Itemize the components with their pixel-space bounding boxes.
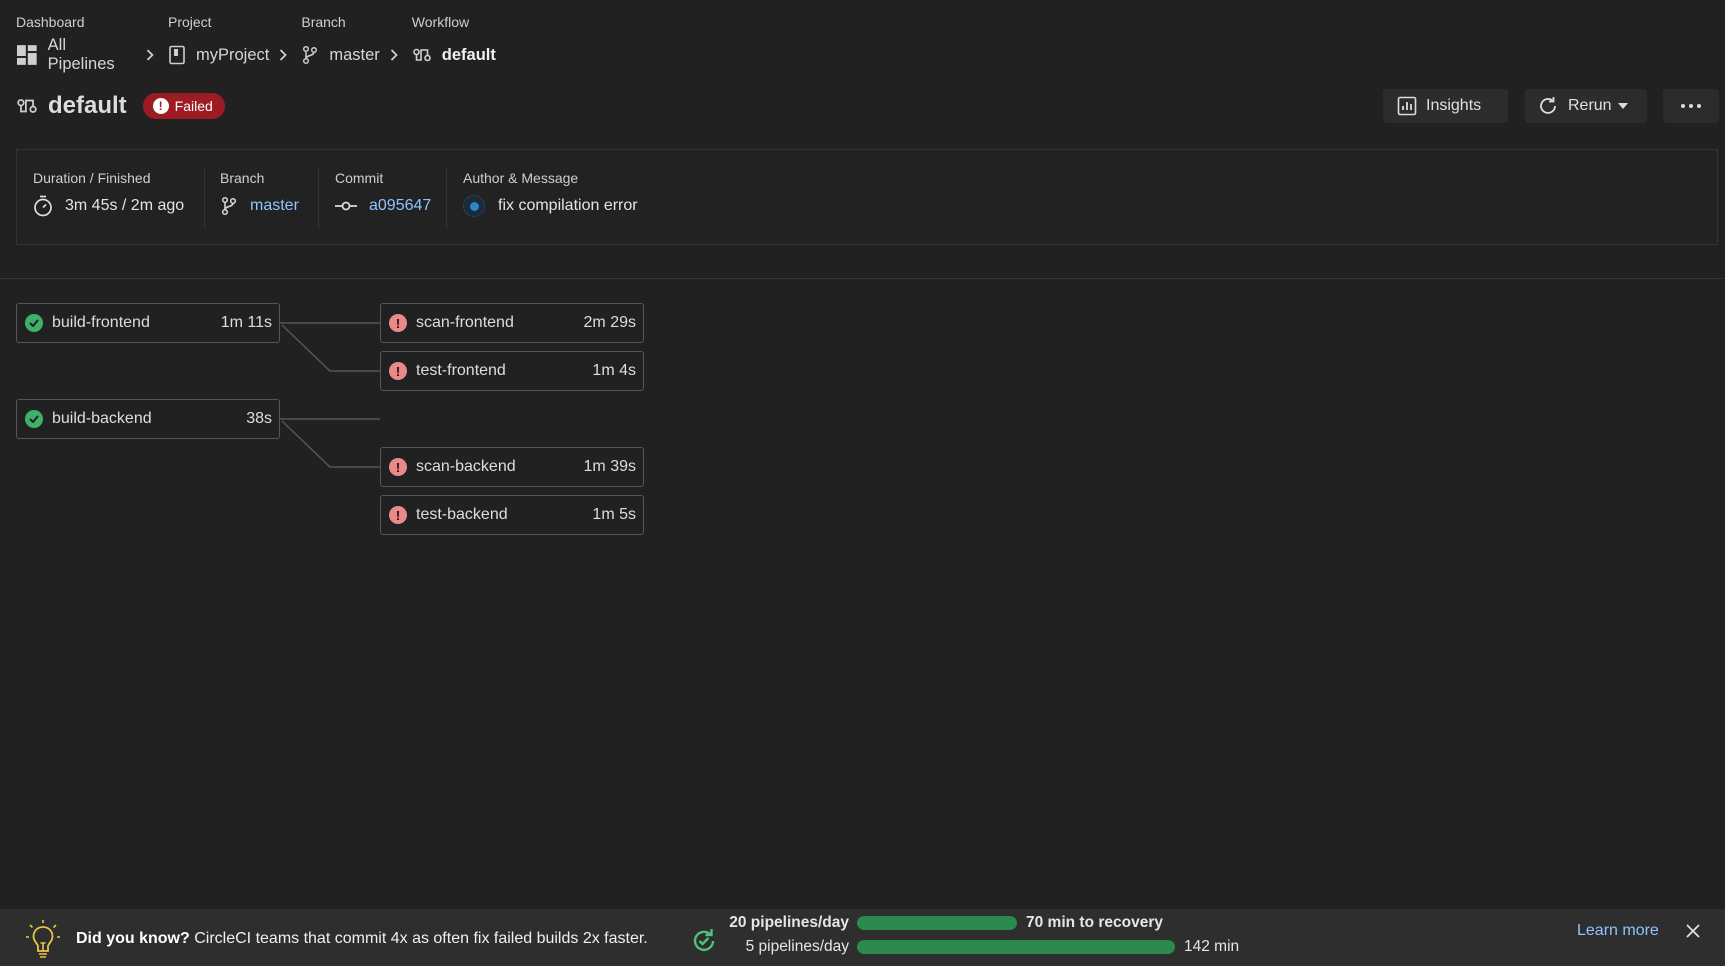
success-check-icon: [25, 314, 43, 332]
failed-alert-icon: !: [389, 314, 407, 332]
lightbulb-icon: [26, 920, 60, 958]
tip-banner: Did you know? CircleCI teams that commit…: [0, 909, 1725, 966]
stat-right: 142 min: [1184, 938, 1240, 955]
stat-left: 5 pipelines/day: [745, 938, 849, 955]
job-scan-frontend[interactable]: ! scan-frontend 2m 29s: [380, 303, 644, 343]
job-duration: 38s: [246, 410, 272, 427]
failed-alert-icon: !: [389, 506, 407, 524]
caret-down-icon: [1617, 103, 1628, 109]
job-duration: 1m 39s: [583, 458, 636, 475]
failed-alert-icon: !: [389, 458, 407, 476]
stat-left: 20 pipelines/day: [729, 914, 849, 931]
job-scan-backend[interactable]: ! scan-backend 1m 39s: [380, 447, 644, 487]
job-build-backend[interactable]: build-backend 38s: [16, 399, 280, 439]
job-duration: 2m 29s: [583, 314, 636, 331]
job-name: scan-frontend: [416, 314, 514, 331]
job-name: build-frontend: [52, 314, 150, 331]
job-duration: 1m 11s: [220, 314, 272, 331]
job-build-frontend[interactable]: build-frontend 1m 11s: [16, 303, 280, 343]
job-name: build-backend: [52, 410, 152, 427]
job-test-backend[interactable]: ! test-backend 1m 5s: [380, 495, 644, 535]
stat-row-fast: 20 pipelines/day 70 min to recovery: [688, 914, 1163, 932]
job-test-frontend[interactable]: ! test-frontend 1m 4s: [380, 351, 644, 391]
job-duration: 1m 4s: [592, 362, 636, 379]
refresh-icon: [1540, 97, 1556, 114]
rerun-button[interactable]: Rerun: [1525, 89, 1647, 123]
close-icon[interactable]: [1686, 924, 1700, 938]
job-duration: 1m 5s: [592, 506, 636, 523]
more-options-button[interactable]: [1663, 89, 1719, 123]
rerun-label: Rerun: [1568, 97, 1612, 114]
success-check-icon: [25, 410, 43, 428]
tip-body: CircleCI teams that commit 4x as often f…: [194, 930, 648, 947]
insights-chart-icon: [1397, 96, 1417, 116]
job-name: test-backend: [416, 506, 508, 523]
workflow-connectors: [280, 322, 380, 468]
stat-right: 70 min to recovery: [1026, 914, 1163, 931]
more-horizontal-icon: [1681, 104, 1701, 108]
recovery-bar: [857, 940, 1175, 954]
insights-label: Insights: [1426, 97, 1482, 114]
learn-more-link[interactable]: Learn more: [1577, 922, 1659, 940]
job-name: test-frontend: [416, 362, 506, 379]
tip-heading: Did you know?: [76, 930, 190, 947]
insights-button[interactable]: Insights: [1383, 89, 1508, 123]
recovery-bar: [857, 916, 1017, 930]
job-name: scan-backend: [416, 458, 516, 475]
tip-text: Did you know? CircleCI teams that commit…: [76, 930, 648, 948]
failed-alert-icon: !: [389, 362, 407, 380]
stat-row-slow: 5 pipelines/day 142 min: [688, 938, 1240, 956]
